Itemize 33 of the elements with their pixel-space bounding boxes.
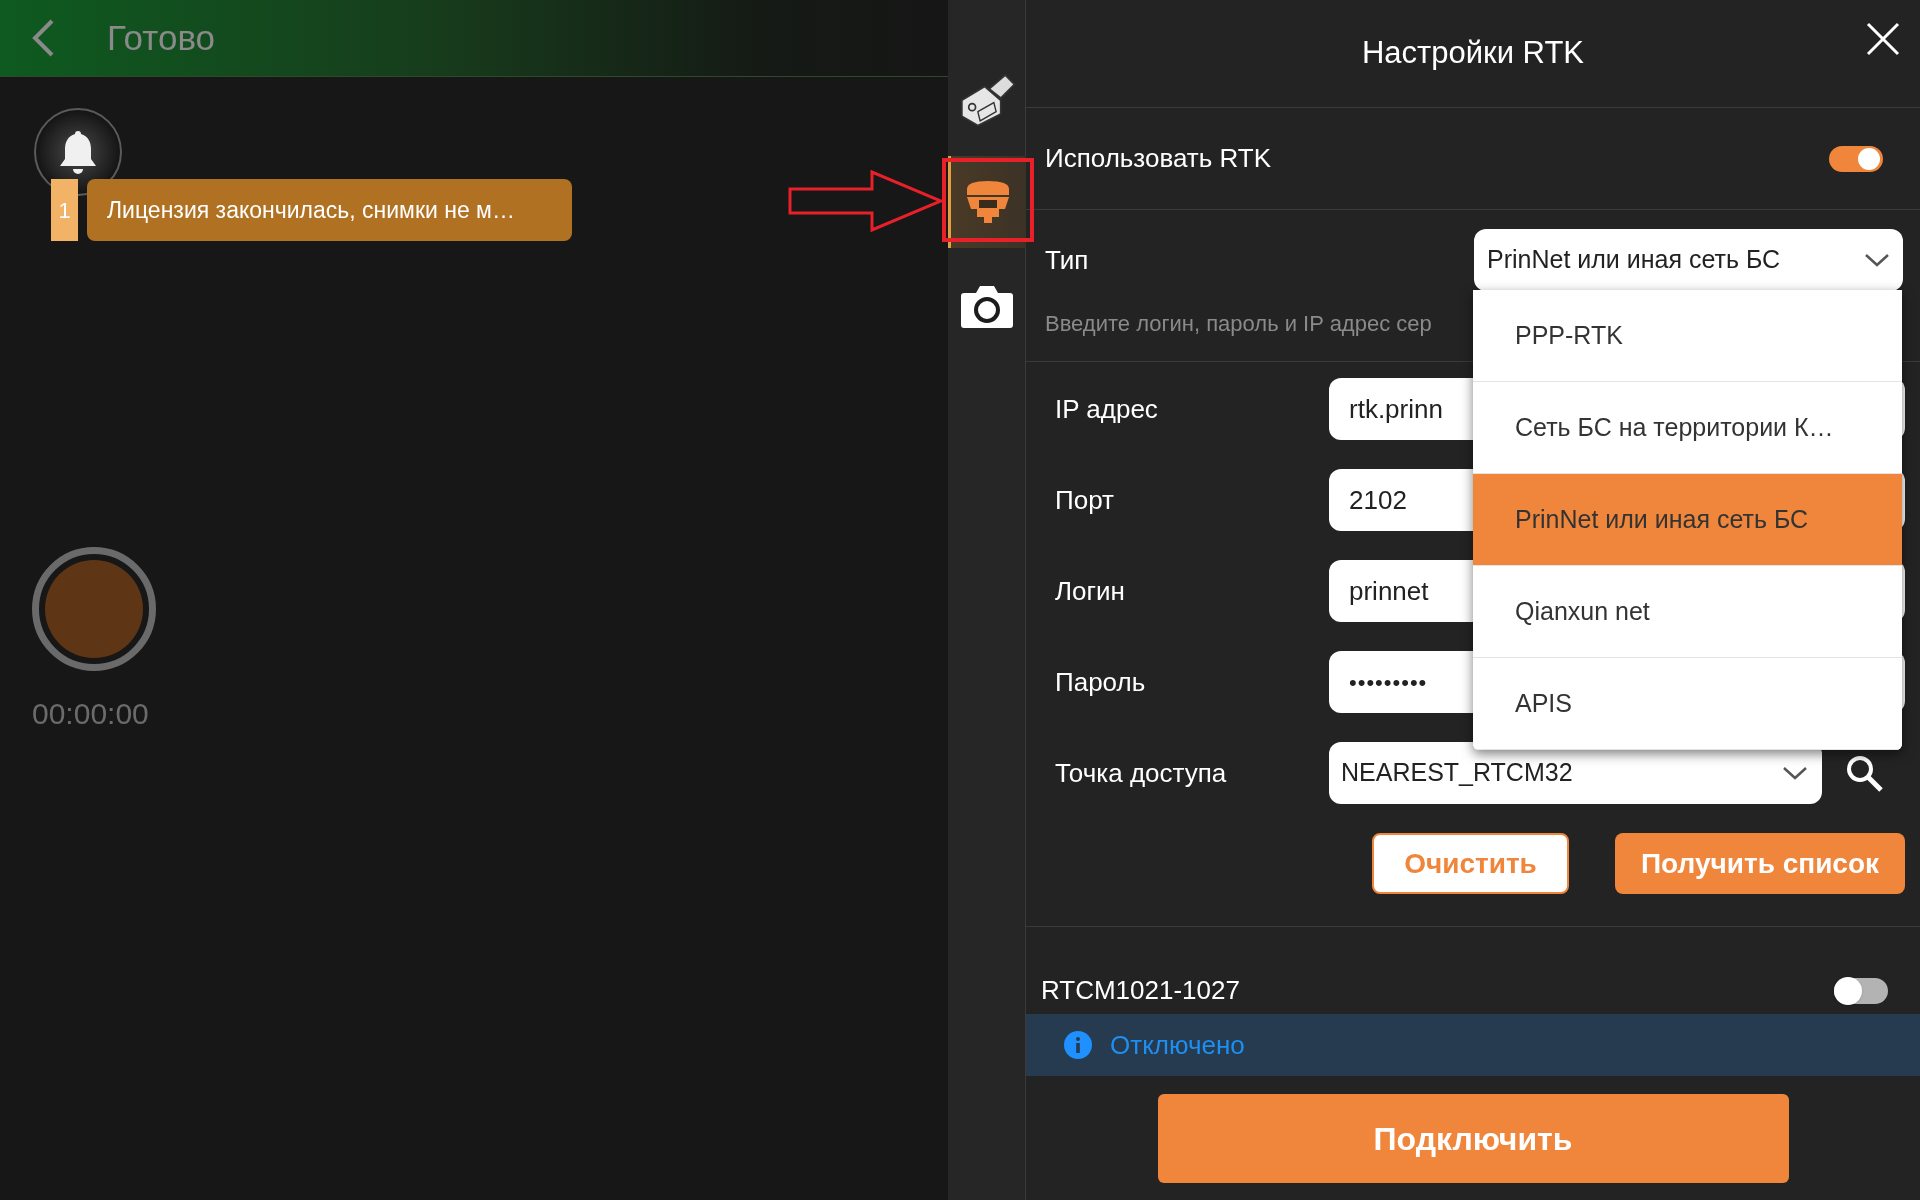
notification-message[interactable]: Лицензия закончилась, снимки не м… xyxy=(87,179,572,241)
dropdown-option[interactable]: PrinNet или иная сеть БС xyxy=(1473,474,1902,566)
recording-time: 00:00:00 xyxy=(32,696,150,732)
toggle-switch[interactable] xyxy=(1834,977,1888,1004)
dropdown-option[interactable]: Сеть БС на территории К… xyxy=(1473,382,1902,474)
field-label: Логин xyxy=(1055,574,1126,608)
info-icon xyxy=(1064,1031,1092,1059)
setting-label: Использовать RTK xyxy=(1045,142,1272,175)
dropdown-option[interactable]: PPP-RTK xyxy=(1473,290,1902,382)
back-icon[interactable] xyxy=(31,18,55,58)
search-icon[interactable] xyxy=(1844,753,1884,793)
hint-text: Введите логин, пароль и IP адрес сер xyxy=(1045,310,1432,338)
camera-icon xyxy=(959,283,1014,329)
notification-count: 1 xyxy=(51,179,78,241)
close-icon[interactable] xyxy=(1866,22,1900,56)
panel-title: Настройки RTK xyxy=(1361,34,1585,73)
setting-label: Тип xyxy=(1045,243,1089,277)
status-text: Отключено xyxy=(1110,1028,1245,1062)
dropdown-option[interactable]: Qianxun net xyxy=(1473,566,1902,658)
record-button[interactable] xyxy=(32,547,156,671)
access-point-select[interactable]: NEAREST_RTCM32 xyxy=(1329,742,1822,804)
setting-label: RTCM1021-1027 xyxy=(1041,974,1240,1007)
field-label: Порт xyxy=(1055,483,1115,517)
toggle-switch[interactable] xyxy=(1829,145,1883,172)
chevron-down-icon xyxy=(1864,253,1890,267)
chevron-down-icon xyxy=(1782,766,1808,780)
bell-icon xyxy=(57,128,99,176)
screen-title: Готово xyxy=(107,16,216,59)
type-select[interactable]: PrinNet или иная сеть БС xyxy=(1474,229,1903,291)
field-label: IP адрес xyxy=(1055,392,1159,426)
field-label: Точка доступа xyxy=(1055,756,1228,790)
dropdown-option[interactable]: APIS xyxy=(1473,658,1902,750)
field-label: Пароль xyxy=(1055,665,1147,699)
